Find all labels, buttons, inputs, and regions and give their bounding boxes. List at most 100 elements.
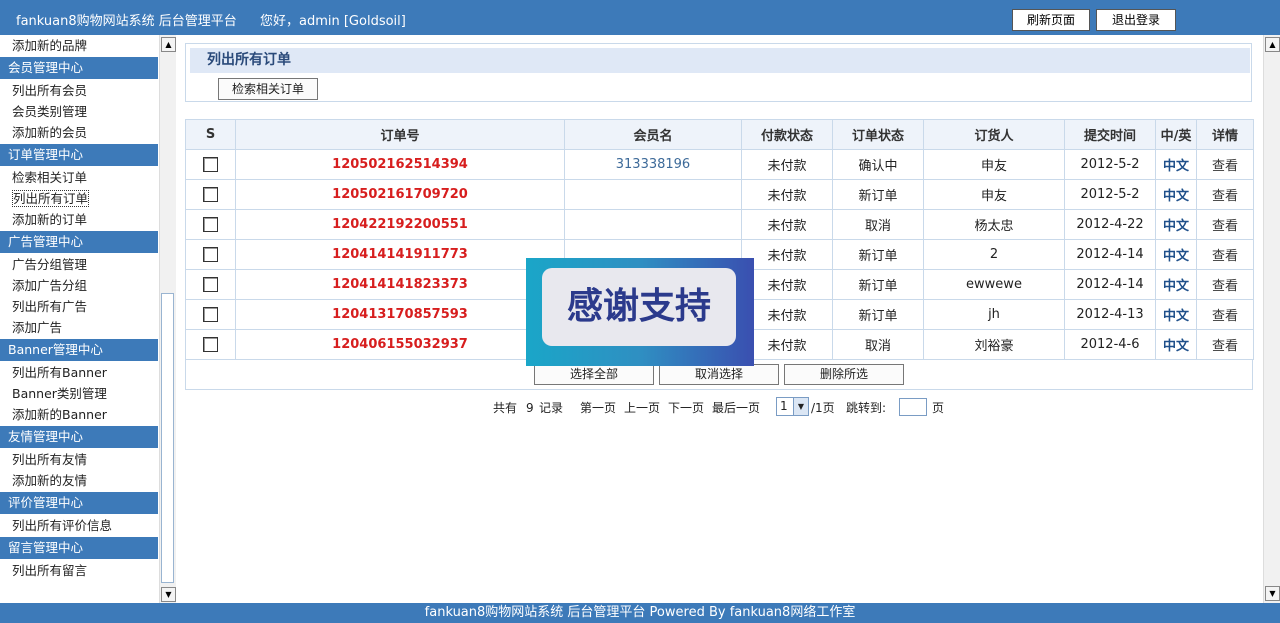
member-name[interactable]: 313338196 — [564, 149, 742, 180]
sidebar-menu: 添加新的品牌会员管理中心列出所有会员 会员类别管理添加新的会员 订单管理中心检索相关… — [0, 35, 158, 603]
sidebar-item[interactable]: 列出所有订单 — [0, 188, 158, 209]
scroll-up-icon[interactable]: ▲ — [161, 37, 176, 52]
sidebar-item-label: 检索相关订单 — [12, 170, 88, 185]
sidebar-item-label: 添加新的Banner — [12, 407, 107, 422]
sidebar-item[interactable]: 列出所有友情 — [0, 449, 158, 470]
language-link[interactable]: 中文 — [1155, 209, 1197, 240]
deselect-button[interactable]: 取消选择 — [659, 364, 779, 385]
row-select-cell — [185, 149, 236, 180]
language-link[interactable]: 中文 — [1155, 299, 1197, 330]
select-all-button[interactable]: 选择全部 — [534, 364, 654, 385]
sidebar-section-header[interactable]: 友情管理中心 — [0, 426, 158, 448]
sidebar-section-header[interactable]: 留言管理中心 — [0, 537, 158, 559]
view-details-link[interactable]: 查看 — [1196, 179, 1254, 210]
sidebar-section-header[interactable]: 订单管理中心 — [0, 144, 158, 166]
member-name[interactable] — [564, 209, 742, 240]
main-scrollbar[interactable]: ▲ ▼ — [1263, 35, 1280, 603]
language-link[interactable]: 中文 — [1155, 179, 1197, 210]
sidebar-item-label: 列出所有会员 — [12, 83, 88, 98]
pager-first-link[interactable]: 第一页 — [580, 398, 616, 418]
refresh-button[interactable]: 刷新页面 — [1012, 9, 1090, 31]
sidebar-item[interactable]: 检索相关订单 — [0, 167, 158, 188]
sidebar-item[interactable]: 添加广告 — [0, 317, 158, 338]
scroll-up-icon[interactable]: ▲ — [1265, 37, 1280, 52]
sidebar-item[interactable]: 列出所有留言 — [0, 560, 158, 581]
language-link[interactable]: 中文 — [1155, 149, 1197, 180]
table-row: 120502161709720 未付款 新订单 申友 2012-5-2 中文 查看 — [185, 179, 1254, 210]
view-details-link[interactable]: 查看 — [1196, 149, 1254, 180]
sidebar-item[interactable]: 添加新的Banner — [0, 404, 158, 425]
sidebar-item-label: 添加广告 — [12, 320, 63, 335]
row-checkbox[interactable] — [203, 217, 218, 232]
row-checkbox[interactable] — [203, 307, 218, 322]
submit-time: 2012-5-2 — [1064, 179, 1156, 210]
column-header: 中/英 — [1155, 119, 1197, 150]
page-jump-input[interactable] — [899, 398, 927, 416]
payment-status: 未付款 — [741, 239, 833, 270]
order-status: 取消 — [832, 329, 924, 360]
row-checkbox[interactable] — [203, 187, 218, 202]
scroll-down-icon[interactable]: ▼ — [161, 587, 176, 602]
buyer-name: 申友 — [923, 149, 1065, 180]
view-details-link[interactable]: 查看 — [1196, 299, 1254, 330]
sidebar-section-header[interactable]: 广告管理中心 — [0, 231, 158, 253]
order-status: 新订单 — [832, 239, 924, 270]
thanks-overlay-banner[interactable]: 感谢支持 — [526, 258, 754, 366]
sidebar-item[interactable]: 添加新的友情 — [0, 470, 158, 491]
member-name[interactable] — [564, 179, 742, 210]
sidebar-item[interactable]: 会员类别管理 — [0, 101, 158, 122]
search-orders-button[interactable]: 检索相关订单 — [218, 78, 318, 100]
row-checkbox[interactable] — [203, 277, 218, 292]
language-link[interactable]: 中文 — [1155, 329, 1197, 360]
sidebar-section-header[interactable]: Banner管理中心 — [0, 339, 158, 361]
sidebar-item-label: 添加新的品牌 — [12, 38, 88, 53]
column-header: 提交时间 — [1064, 119, 1156, 150]
sidebar-item-label: 广告分组管理 — [12, 257, 88, 272]
pager-total-suffix: 记录 — [539, 401, 564, 415]
scrollbar-thumb[interactable] — [161, 293, 174, 583]
pager-next-link[interactable]: 下一页 — [668, 398, 704, 418]
column-header: 订单号 — [235, 119, 565, 150]
buyer-name: 刘裕豪 — [923, 329, 1065, 360]
row-checkbox[interactable] — [203, 157, 218, 172]
order-number: 120413170857593 — [235, 299, 565, 330]
sidebar-item-label: 添加广告分组 — [12, 278, 88, 293]
logout-button[interactable]: 退出登录 — [1096, 9, 1176, 31]
sidebar-item-label: 列出所有留言 — [12, 563, 88, 578]
scroll-down-icon[interactable]: ▼ — [1265, 586, 1280, 601]
pager-total-prefix: 共有 — [493, 401, 518, 415]
table-row: 120502162514394 313338196 未付款 确认中 申友 2012-5-2… — [185, 149, 1254, 180]
sidebar-item[interactable]: 列出所有广告 — [0, 296, 158, 317]
row-select-cell — [185, 329, 236, 360]
submit-time: 2012-4-14 — [1064, 239, 1156, 270]
sidebar-item[interactable]: 添加新的订单 — [0, 209, 158, 230]
language-link[interactable]: 中文 — [1155, 269, 1197, 300]
pager-last-link[interactable]: 最后一页 — [712, 398, 760, 418]
view-details-link[interactable]: 查看 — [1196, 329, 1254, 360]
sidebar-item-label: Banner类别管理 — [12, 386, 107, 401]
sidebar-item[interactable]: Banner类别管理 — [0, 383, 158, 404]
language-link[interactable]: 中文 — [1155, 239, 1197, 270]
sidebar-item[interactable]: 添加新的会员 — [0, 122, 158, 143]
view-details-link[interactable]: 查看 — [1196, 239, 1254, 270]
sidebar-item[interactable]: 列出所有评价信息 — [0, 515, 158, 536]
sidebar-item[interactable]: 添加广告分组 — [0, 275, 158, 296]
sidebar-item[interactable]: 添加新的品牌 — [0, 35, 158, 56]
view-details-link[interactable]: 查看 — [1196, 269, 1254, 300]
page-select[interactable]: 1 ▼ — [776, 397, 809, 416]
sidebar-item[interactable]: 广告分组管理 — [0, 254, 158, 275]
sidebar-item[interactable]: 列出所有Banner — [0, 362, 158, 383]
row-checkbox[interactable] — [203, 247, 218, 262]
sidebar-item-label: 会员类别管理 — [12, 104, 88, 119]
delete-selected-button[interactable]: 删除所选 — [784, 364, 904, 385]
sidebar-scrollbar[interactable]: ▲ ▼ — [159, 35, 176, 603]
order-status: 新订单 — [832, 179, 924, 210]
order-status: 取消 — [832, 209, 924, 240]
pager-prev-link[interactable]: 上一页 — [624, 398, 660, 418]
sidebar-item[interactable]: 列出所有会员 — [0, 80, 158, 101]
page-select-value: 1 — [780, 399, 788, 413]
sidebar-section-header[interactable]: 评价管理中心 — [0, 492, 158, 514]
view-details-link[interactable]: 查看 — [1196, 209, 1254, 240]
sidebar-section-header[interactable]: 会员管理中心 — [0, 57, 158, 79]
row-checkbox[interactable] — [203, 337, 218, 352]
